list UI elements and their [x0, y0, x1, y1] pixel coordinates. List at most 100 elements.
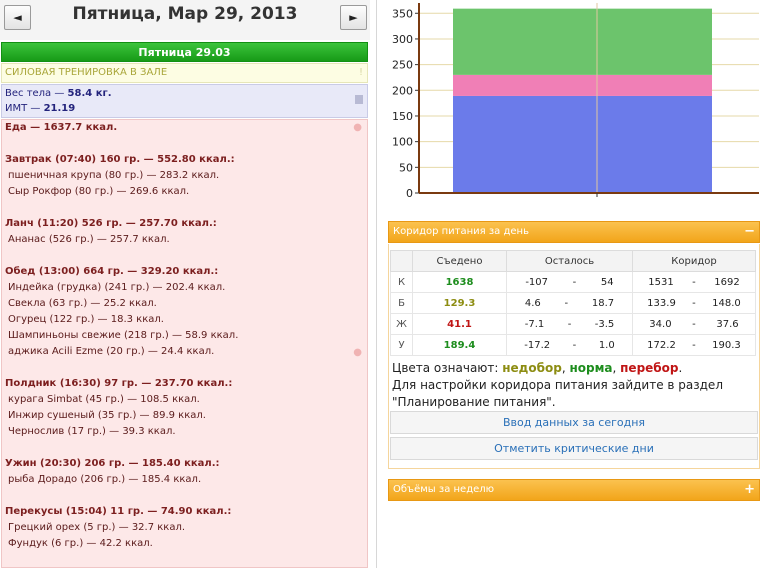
workout-entry[interactable]: СИЛОВАЯ ТРЕНИРОВКА В ЗАЛЕ ! [1, 63, 368, 83]
table-row: Ж 41.1 -7.1- -3.5 34.0-37.6 [390, 313, 756, 335]
apple-icon: ● [353, 347, 362, 358]
meal-item: Инжир сушеный (35 гр.) — 89.9 ккал. [8, 410, 206, 421]
corridor-table: Съедено Осталось Коридор К 1638 -107-54 … [390, 250, 756, 356]
meal-item: Свекла (63 гр.) — 25.2 ккал. [8, 298, 157, 309]
meal-snack[interactable]: Полдник (16:30) 97 гр. — 237.70 ккал.: к… [5, 376, 232, 440]
left-min: -7.1 [524, 318, 545, 330]
legend-line: Цвета означают: недобор, норма, перебор. [392, 361, 683, 375]
meal-title: Перекусы (15:04) 11 гр. — 74.90 ккал.: [5, 506, 232, 517]
prev-day-button[interactable]: ◄ [4, 5, 31, 30]
collapse-icon[interactable]: − [744, 222, 755, 242]
corridor-max: 148.0 [712, 297, 741, 309]
weight-line: Вес тела — 58.4 кг. [5, 88, 112, 99]
meal-snacks[interactable]: Перекусы (15:04) 11 гр. — 74.90 ккал.: Г… [5, 504, 231, 552]
y-tick-label: 350 [392, 7, 413, 20]
bar-segment [453, 95, 712, 193]
y-tick-label: 250 [392, 59, 413, 72]
left-min: -107 [525, 276, 549, 288]
col-corridor: Коридор [632, 250, 756, 272]
meal-dinner[interactable]: Обед (13:00) 664 гр. — 329.20 ккал.: Инд… [5, 264, 238, 360]
workout-icon: ! [358, 67, 363, 78]
meal-item: рыба Дорадо (206 гр.) — 185.4 ккал. [8, 474, 202, 485]
table-row: К 1638 -107-54 1531-1692 [390, 271, 756, 293]
legend-hint: Для настройки коридора питания зайдите в… [392, 378, 723, 409]
y-tick-label: 50 [399, 161, 413, 174]
bmi-line: ИМТ — 21.19 [5, 103, 76, 114]
legend-over: перебор [620, 361, 679, 375]
meal-title: Полдник (16:30) 97 гр. — 237.70 ккал.: [5, 378, 233, 389]
eaten-value: 41.1 [412, 313, 507, 335]
y-tick-label: 200 [392, 84, 413, 97]
left-min: 4.6 [524, 297, 541, 309]
meal-item: аджика Acili Ezme (20 гр.) — 24.4 ккал. [8, 346, 215, 357]
y-tick-label: 100 [392, 136, 413, 149]
legend-under: недобор [502, 361, 562, 375]
row-label: Б [390, 292, 413, 314]
calorie-chart-svg: 0 50 100 150 200 250 300 350 [392, 3, 759, 200]
date-title: Пятница, Мар 29, 2013 [72, 4, 298, 24]
calorie-chart: 0 50 100 150 200 250 300 350 [387, 0, 762, 200]
bmi-value: 21.19 [43, 103, 76, 114]
meal-title: Обед (13:00) 664 гр. — 329.20 ккал.: [5, 266, 219, 277]
day-header: Пятница 29.03 [1, 42, 368, 62]
y-tick-label: 0 [406, 187, 413, 200]
meal-item: курага Simbat (45 гр.) — 108.5 ккал. [8, 394, 200, 405]
meal-item: Чернослив (17 гр.) — 39.3 ккал. [8, 426, 176, 437]
table-row: Б 129.3 4.6-18.7 133.9-148.0 [390, 292, 756, 314]
meal-breakfast[interactable]: Завтрак (07:40) 160 гр. — 552.80 ккал.: … [5, 152, 235, 200]
day-diary-column: ◄ Пятница, Мар 29, 2013 ► Пятница 29.03 … [0, 0, 370, 568]
workout-label: СИЛОВАЯ ТРЕНИРОВКА В ЗАЛЕ [5, 67, 168, 78]
meal-title: Завтрак (07:40) 160 гр. — 552.80 ккал.: [5, 154, 235, 165]
col-eaten: Съедено [412, 250, 507, 272]
meal-item: Грецкий орех (5 гр.) — 32.7 ккал. [8, 522, 186, 533]
corridor-max: 190.3 [712, 339, 741, 351]
corridor-panel-header[interactable]: Коридор питания за день − [388, 221, 760, 243]
meal-title: Ужин (20:30) 206 гр. — 185.40 ккал.: [5, 458, 220, 469]
meal-item: Огурец (122 гр.) — 18.3 ккал. [8, 314, 164, 325]
meal-supper[interactable]: Ужин (20:30) 206 гр. — 185.40 ккал.: рыб… [5, 456, 220, 488]
legend-norm: норма [569, 361, 613, 375]
meal-item: Ананас (526 гр.) — 257.7 ккал. [8, 234, 170, 245]
corridor-title: Коридор питания за день [393, 226, 529, 237]
corridor-max: 37.6 [716, 318, 739, 330]
corridor-min: 133.9 [647, 297, 676, 309]
food-total: Еда — 1637.7 ккал. [5, 122, 118, 133]
next-day-button[interactable]: ► [340, 5, 367, 30]
col-left: Осталось [506, 250, 633, 272]
left-min: -17.2 [524, 339, 551, 351]
meal-item: Фундук (6 гр.) — 42.2 ккал. [8, 538, 153, 549]
meal-item: Сыр Рокфор (80 гр.) — 269.6 ккал. [8, 186, 190, 197]
meal-item: Шампиньоны свежие (218 гр.) — 58.9 ккал. [8, 330, 239, 341]
expand-icon[interactable]: + [744, 480, 755, 500]
input-today-button[interactable]: Ввод данных за сегодня [390, 411, 758, 434]
bar-segment [453, 74, 712, 96]
left-max: 18.7 [591, 297, 615, 309]
meal-lunch[interactable]: Ланч (11:20) 526 гр. — 257.70 ккал.: Ана… [5, 216, 217, 248]
row-label: Ж [390, 313, 413, 335]
row-label: У [390, 334, 413, 356]
corridor-min: 34.0 [649, 318, 672, 330]
bar-segment [453, 8, 712, 75]
eaten-value: 129.3 [412, 292, 507, 314]
color-legend: Цвета означают: недобор, норма, перебор.… [392, 360, 758, 411]
y-tick-label: 150 [392, 110, 413, 123]
left-max: -3.5 [594, 318, 615, 330]
critical-days-button[interactable]: Отметить критические дни [390, 437, 758, 460]
food-panel: Еда — 1637.7 ккал. ● ● Завтрак (07:40) 1… [1, 119, 368, 568]
corridor-min: 1531 [648, 276, 674, 288]
volumes-panel-header[interactable]: Объёмы за неделю + [388, 479, 760, 501]
weight-value: 58.4 кг. [67, 88, 112, 99]
left-max: 1.0 [598, 339, 615, 351]
body-stats[interactable]: Вес тела — 58.4 кг. ИМТ — 21.19 [1, 84, 368, 118]
left-max: 54 [600, 276, 614, 288]
date-navigation: ◄ Пятница, Мар 29, 2013 ► [0, 0, 370, 40]
y-tick-label: 300 [392, 33, 413, 46]
row-label: К [390, 271, 413, 293]
eaten-value: 1638 [412, 271, 507, 293]
volumes-title: Объёмы за неделю [393, 484, 495, 495]
meal-title: Ланч (11:20) 526 гр. — 257.70 ккал.: [5, 218, 217, 229]
corridor-max: 1692 [714, 276, 740, 288]
table-header-row: Съедено Осталось Коридор [390, 250, 756, 272]
corridor-min: 172.2 [647, 339, 676, 351]
meal-item: пшеничная крупа (80 гр.) — 283.2 ккал. [8, 170, 220, 181]
